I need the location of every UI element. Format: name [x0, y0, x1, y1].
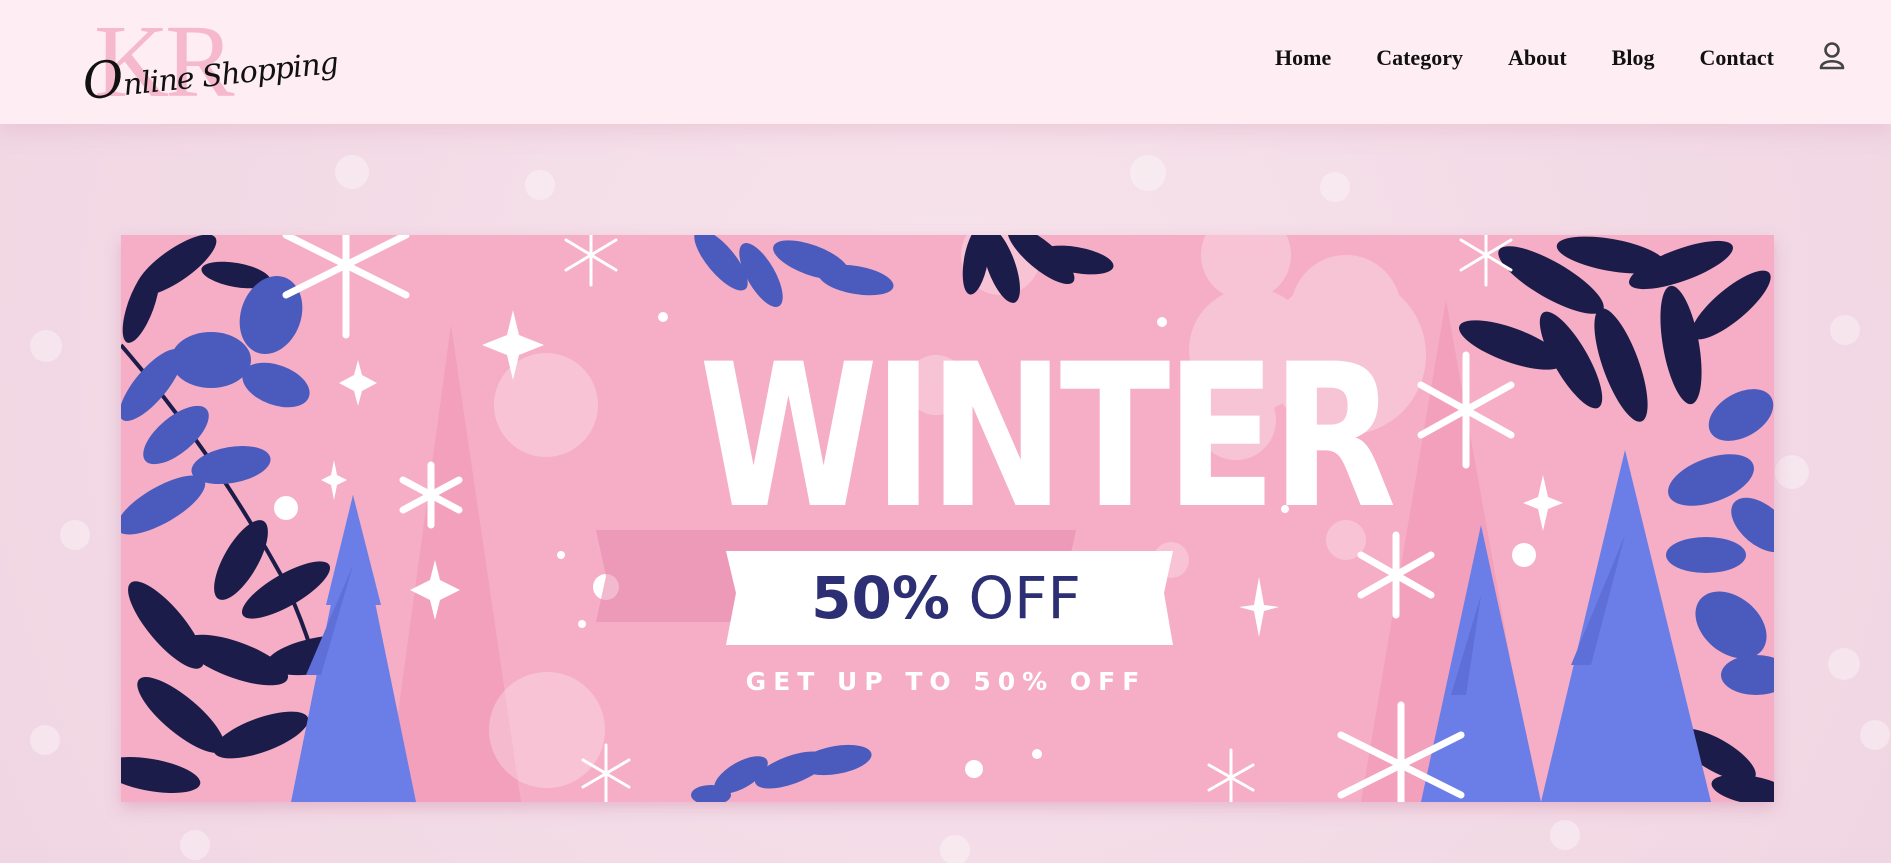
site-header: KR Online Shopping Home Category About B…: [0, 0, 1891, 124]
nav-item-contact[interactable]: Contact: [1699, 44, 1774, 72]
site-logo[interactable]: KR Online Shopping: [80, 10, 340, 114]
winter-sale-banner[interactable]: WINTER 50% OFF GET UP TO 50% OFF: [121, 235, 1774, 802]
user-icon[interactable]: [1818, 41, 1846, 71]
nav-item-home[interactable]: Home: [1275, 44, 1331, 72]
banner-title: WINTER: [699, 321, 1396, 552]
nav-item-blog[interactable]: Blog: [1612, 44, 1655, 72]
banner-subtitle: GET UP TO 50% OFF: [745, 667, 1147, 696]
discount-value: 50%: [811, 564, 950, 632]
discount-text: 50% OFF: [721, 560, 1171, 636]
nav-item-category[interactable]: Category: [1376, 44, 1463, 72]
discount-label: OFF: [968, 564, 1081, 632]
main-nav: Home Category About Blog Contact: [1275, 44, 1774, 72]
logo-script-rest: nline Shopping: [121, 45, 340, 104]
logo-script-initial: O: [79, 49, 126, 112]
nav-item-about[interactable]: About: [1508, 44, 1567, 72]
